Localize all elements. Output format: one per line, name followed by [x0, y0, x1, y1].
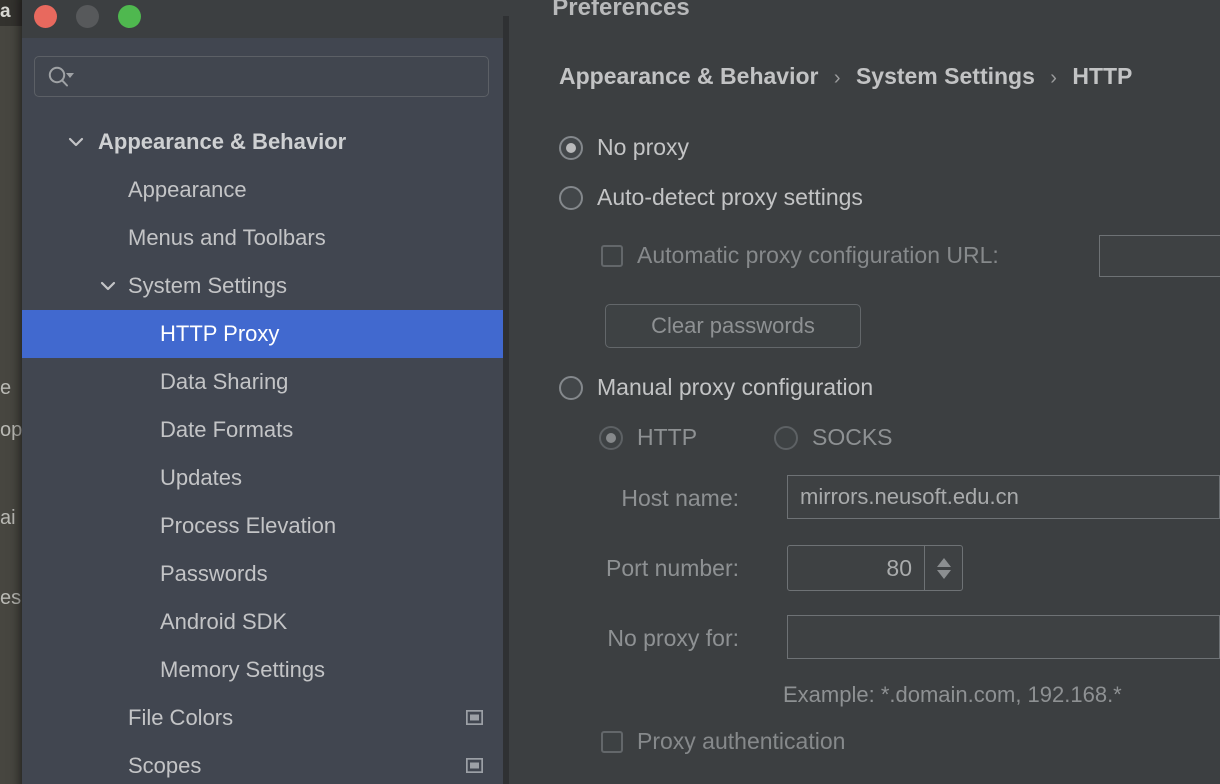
sidebar-item-memory-settings[interactable]: Memory Settings	[22, 646, 503, 694]
protocol-socks-label: SOCKS	[812, 424, 893, 450]
host-name-label: Host name:	[621, 485, 739, 511]
proxy-authentication-label: Proxy authentication	[637, 728, 846, 754]
manual-proxy-option[interactable]: Manual proxy configuration	[559, 374, 873, 401]
auto-detect-proxy-label: Auto-detect proxy settings	[597, 184, 863, 210]
auto-config-url-option[interactable]: Automatic proxy configuration URL:	[601, 242, 999, 269]
preferences-dialog: Preferences Appearance & Behavior Appeara…	[22, 0, 1220, 784]
settings-tree: Appearance & Behavior Appearance Menus and…	[22, 118, 503, 784]
auto-detect-proxy-option[interactable]: Auto-detect proxy settings	[559, 184, 863, 211]
sidebar-item-label: Memory Settings	[160, 657, 326, 682]
sidebar-item-file-colors[interactable]: File Colors	[22, 694, 503, 742]
settings-sidebar: Appearance & Behavior Appearance Menus and…	[22, 38, 503, 784]
manual-proxy-label: Manual proxy configuration	[597, 374, 874, 400]
protocol-http-option[interactable]: HTTP	[599, 424, 697, 451]
breadcrumb-separator-icon: ›	[833, 67, 841, 89]
host-name-input[interactable]	[787, 475, 1220, 519]
sidebar-item-system-settings[interactable]: System Settings	[22, 262, 503, 310]
sidebar-item-label: Date Formats	[160, 417, 294, 442]
stepper-down-icon[interactable]	[936, 569, 951, 579]
breadcrumb-part-2[interactable]: HTTP	[1072, 63, 1132, 89]
protocol-socks-radio[interactable]	[774, 425, 798, 450]
no-proxy-example-hint: Example: *.domain.com, 192.168.*	[783, 682, 1122, 707]
sidebar-item-label: Passwords	[160, 561, 268, 586]
port-number-stepper[interactable]: 80	[787, 545, 963, 591]
auto-config-url-label: Automatic proxy configuration URL:	[637, 242, 999, 268]
stepper-up-icon[interactable]	[936, 557, 951, 567]
breadcrumb: Appearance & Behavior › System Settings …	[559, 63, 1132, 90]
sidebar-item-date-formats[interactable]: Date Formats	[22, 406, 503, 454]
no-proxy-option[interactable]: No proxy	[559, 134, 689, 161]
sidebar-item-passwords[interactable]: Passwords	[22, 550, 503, 598]
no-proxy-for-label: No proxy for:	[607, 625, 739, 651]
search-box[interactable]	[34, 56, 489, 97]
proxy-authentication-checkbox[interactable]	[601, 730, 623, 753]
settings-content: Appearance & Behavior › System Settings …	[509, 38, 1220, 784]
breadcrumb-part-0[interactable]: Appearance & Behavior	[559, 63, 818, 89]
chevron-down-icon[interactable]	[98, 276, 118, 296]
breadcrumb-part-1[interactable]: System Settings	[856, 63, 1035, 89]
sidebar-item-updates[interactable]: Updates	[22, 454, 503, 502]
dialog-titlebar: Preferences	[22, 0, 1220, 36]
manual-proxy-radio[interactable]	[559, 375, 583, 400]
protocol-http-radio[interactable]	[599, 425, 623, 450]
project-scope-icon	[465, 757, 484, 774]
sidebar-item-label: Updates	[160, 465, 242, 490]
proxy-authentication-option[interactable]: Proxy authentication	[601, 728, 845, 755]
auto-config-url-checkbox[interactable]	[601, 244, 623, 267]
protocol-http-label: HTTP	[637, 424, 698, 450]
no-proxy-for-input[interactable]	[787, 615, 1220, 659]
search-icon[interactable]	[47, 66, 77, 88]
sidebar-item-label: Android SDK	[160, 609, 288, 634]
sidebar-item-android-sdk[interactable]: Android SDK	[22, 598, 503, 646]
sidebar-item-data-sharing[interactable]: Data Sharing	[22, 358, 503, 406]
project-scope-icon	[465, 709, 484, 726]
sidebar-item-appearance-behavior[interactable]: Appearance & Behavior	[22, 118, 503, 166]
sidebar-item-scopes[interactable]: Scopes	[22, 742, 503, 784]
port-stepper-buttons[interactable]	[924, 546, 962, 590]
protocol-socks-option[interactable]: SOCKS	[774, 424, 893, 451]
sidebar-item-label: Scopes	[128, 753, 202, 778]
no-proxy-label: No proxy	[597, 134, 690, 160]
sidebar-item-http-proxy[interactable]: HTTP Proxy	[22, 310, 503, 358]
auto-config-url-input[interactable]	[1099, 235, 1220, 277]
sidebar-item-label: File Colors	[128, 705, 234, 730]
sidebar-item-menus-and-toolbars[interactable]: Menus and Toolbars	[22, 214, 503, 262]
auto-detect-proxy-radio[interactable]	[559, 185, 583, 210]
search-input[interactable]	[83, 57, 483, 96]
chevron-down-icon[interactable]	[66, 132, 86, 152]
clear-passwords-button[interactable]: Clear passwords	[605, 304, 861, 348]
port-number-value[interactable]: 80	[788, 546, 924, 590]
sidebar-item-label: Appearance	[128, 177, 247, 202]
no-proxy-radio[interactable]	[559, 135, 583, 160]
sidebar-item-appearance[interactable]: Appearance	[22, 166, 503, 214]
sidebar-item-label: Menus and Toolbars	[128, 225, 326, 250]
sidebar-item-process-elevation[interactable]: Process Elevation	[22, 502, 503, 550]
sidebar-item-label: Appearance & Behavior	[98, 129, 347, 154]
sidebar-item-label: Process Elevation	[160, 513, 337, 538]
sidebar-item-label: Data Sharing	[160, 369, 289, 394]
port-number-label: Port number:	[606, 555, 739, 581]
screen: a e op ai es Preferences Appearance & Be…	[0, 0, 1220, 784]
sidebar-item-label: HTTP Proxy	[160, 321, 280, 346]
sidebar-item-label: System Settings	[128, 273, 287, 298]
window-title: Preferences	[552, 0, 690, 21]
breadcrumb-separator-icon: ›	[1050, 67, 1057, 89]
